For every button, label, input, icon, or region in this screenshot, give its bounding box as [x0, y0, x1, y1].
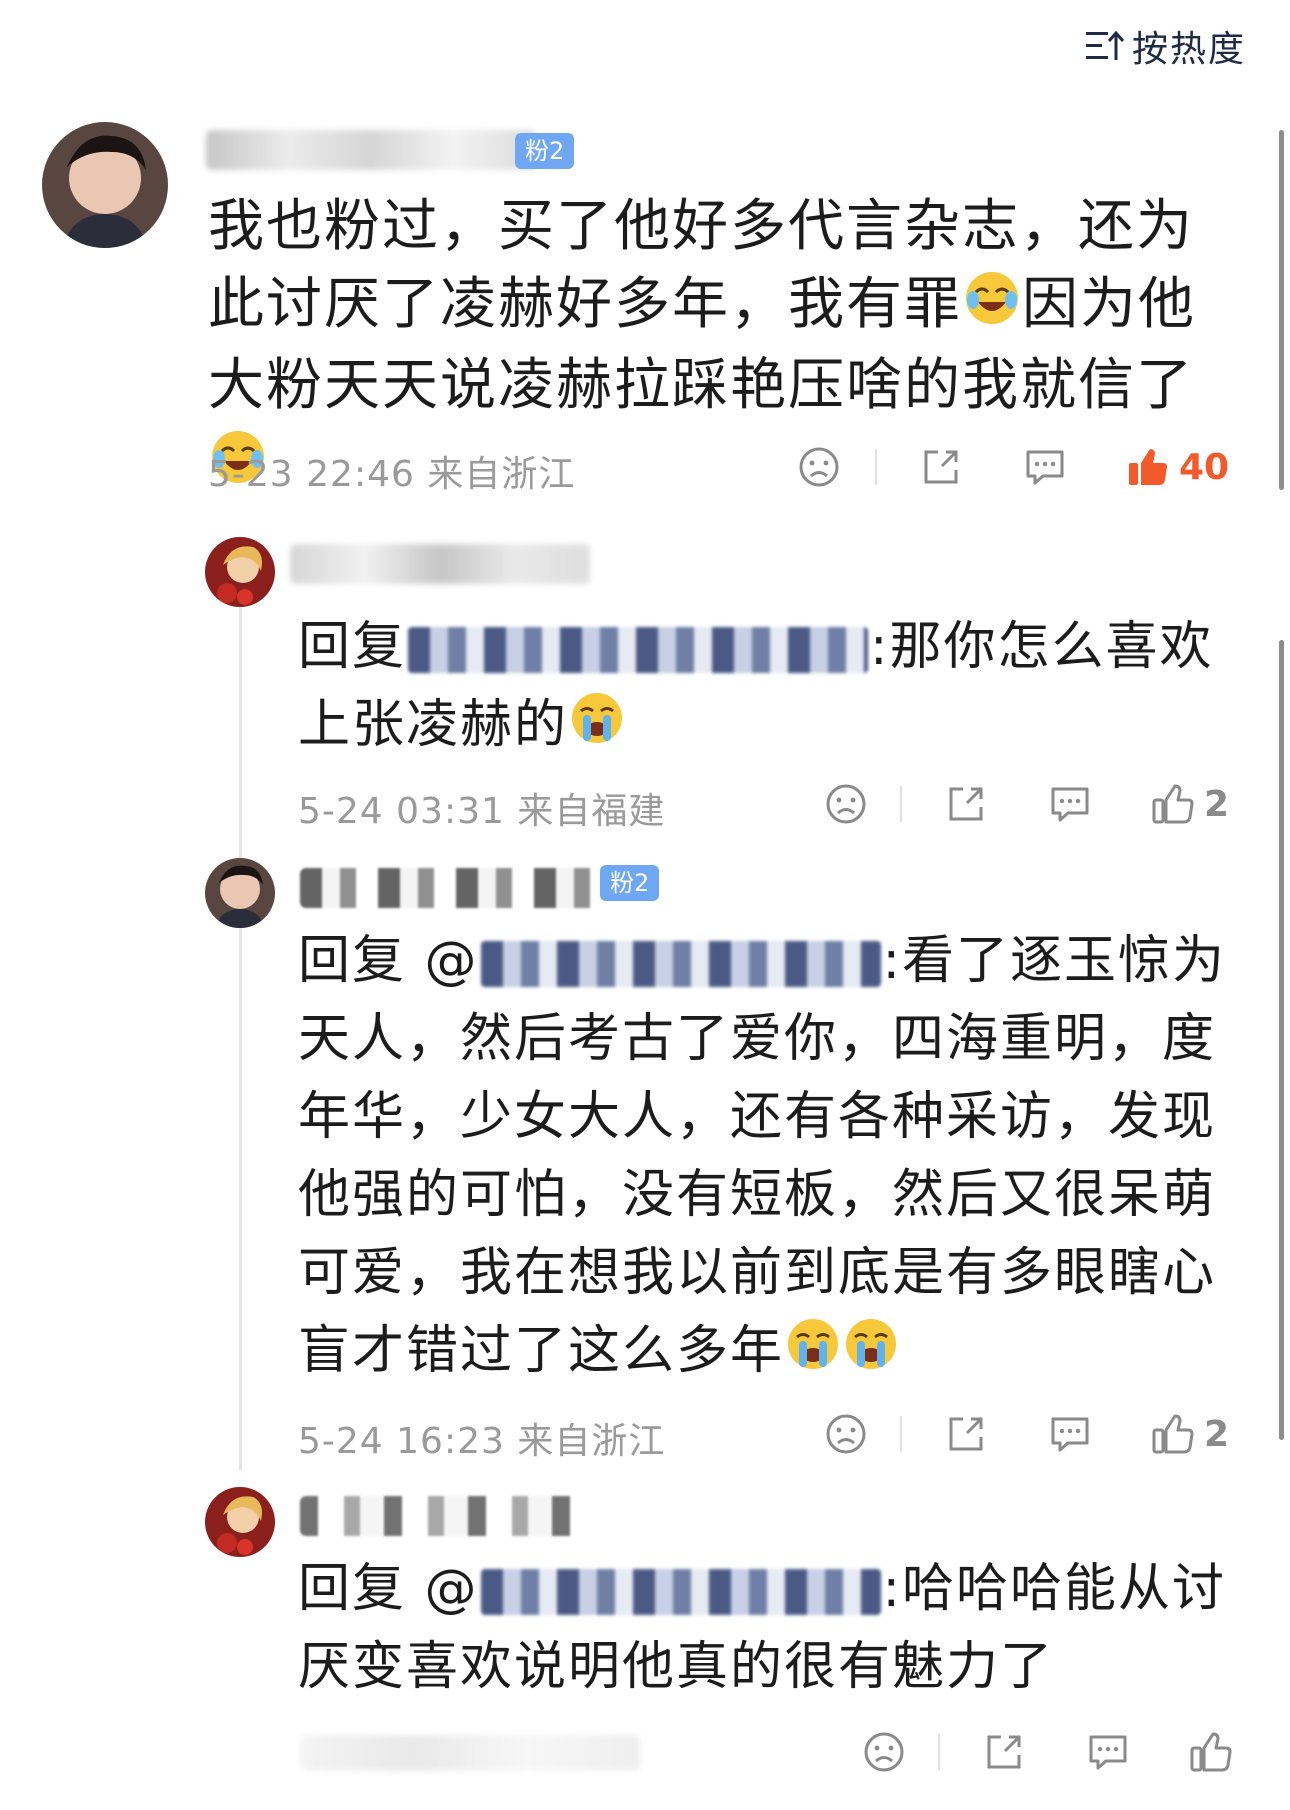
dislike-face-icon: [864, 1732, 904, 1772]
dislike-button[interactable]: [860, 1731, 908, 1773]
thumbs-up-icon: [1129, 449, 1167, 485]
thumbs-up-icon: [1190, 1732, 1232, 1772]
comment-meta: 5-23 22:46 来自浙江: [208, 445, 575, 497]
comment-icon: [1051, 1417, 1089, 1452]
reply-text: 回复:那你怎么喜欢上张凌赫的: [298, 608, 1238, 767]
share-button[interactable]: [942, 1413, 990, 1455]
reply-text: 回复 @:哈哈哈能从讨厌变喜欢说明他真的很有魅力了: [298, 1550, 1238, 1706]
comment-button[interactable]: [1021, 446, 1069, 488]
crying-emoji: [570, 689, 624, 767]
divider: [900, 786, 902, 822]
like-button[interactable]: [1188, 1730, 1232, 1774]
like-button[interactable]: 2: [1150, 782, 1229, 826]
avatar[interactable]: [42, 122, 168, 248]
fan-level-badge: 粉2: [600, 865, 660, 901]
dislike-face-icon: [799, 447, 839, 487]
like-button[interactable]: 40: [1125, 445, 1229, 489]
share-button[interactable]: [942, 783, 990, 825]
share-icon: [987, 1735, 1021, 1769]
badge-label: 粉2: [525, 137, 565, 165]
like-count: 40: [1179, 446, 1230, 488]
reply-location: 来自浙江: [517, 1421, 666, 1462]
comment-button[interactable]: [1046, 1413, 1094, 1455]
dislike-face-icon: [826, 1414, 866, 1454]
reply-prefix: 回复 @: [298, 931, 479, 991]
thumbs-up-icon: [1152, 784, 1194, 824]
mention-blurred[interactable]: [480, 1569, 881, 1615]
comment-actions: 40: [795, 445, 1229, 489]
dislike-button[interactable]: [822, 1413, 870, 1455]
scrollbar-top[interactable]: [1279, 130, 1284, 490]
scrollbar-bottom[interactable]: [1279, 640, 1284, 1440]
username-blurred[interactable]: [300, 868, 600, 908]
comment-icon: [1026, 450, 1064, 485]
reply-meta: 5-24 16:23 来自浙江: [298, 1412, 665, 1464]
comment-icon: [1051, 787, 1089, 822]
divider: [875, 449, 877, 485]
comment-icon: [1089, 1735, 1127, 1770]
fan-level-badge: 粉2: [515, 133, 575, 169]
reply-meta-blurred: [300, 1735, 640, 1771]
thumbs-up-icon: [1152, 1414, 1194, 1454]
avatar[interactable]: [205, 858, 275, 928]
sort-icon: [1085, 30, 1124, 60]
reply-text: 回复 @:看了逐玉惊为天人，然后考古了爱你，四海重明，度年华，少女大人，还有各种…: [298, 922, 1238, 1393]
like-count: 2: [1204, 1413, 1230, 1455]
reply-thread-line: [239, 540, 242, 1470]
reply-location: 来自福建: [517, 791, 666, 832]
reply-meta: 5-24 03:31 来自福建: [298, 782, 665, 834]
comment-time: 5-23 22:46: [208, 454, 415, 495]
dislike-face-icon: [826, 784, 866, 824]
reply-time: 5-24 03:31: [298, 791, 505, 832]
comment-button[interactable]: [1046, 783, 1094, 825]
reply-actions: 2: [822, 1412, 1229, 1456]
divider: [900, 1416, 902, 1452]
username-blurred[interactable]: [300, 1496, 590, 1536]
share-icon: [949, 1417, 983, 1451]
reply-prefix: 回复: [298, 617, 407, 677]
badge-label: 粉2: [610, 869, 650, 897]
reply-prefix: 回复 @: [298, 1559, 479, 1619]
share-icon: [924, 450, 958, 484]
share-button[interactable]: [980, 1731, 1028, 1773]
comment-button[interactable]: [1084, 1731, 1132, 1773]
mention-blurred[interactable]: [480, 941, 881, 987]
username-blurred[interactable]: [290, 544, 590, 584]
divider: [938, 1734, 940, 1770]
crying-emoji: [844, 1315, 898, 1393]
dislike-button[interactable]: [822, 783, 870, 825]
laugh-cry-emoji: [964, 269, 1020, 347]
share-icon: [949, 787, 983, 821]
reply-time: 5-24 16:23: [298, 1421, 505, 1462]
like-count: 2: [1204, 783, 1230, 825]
crying-emoji: [786, 1315, 840, 1393]
reply-text-part: :看了逐玉惊为天人，然后考古了爱你，四海重明，度年华，少女大人，还有各种采访，发…: [298, 931, 1227, 1381]
reply-actions: [860, 1730, 1232, 1774]
like-button[interactable]: 2: [1150, 1412, 1229, 1456]
dislike-button[interactable]: [795, 446, 843, 488]
username-blurred[interactable]: [206, 130, 536, 170]
comment-location: 来自浙江: [427, 454, 576, 495]
sort-by-heat-button[interactable]: 按热度: [1084, 20, 1246, 72]
reply-actions: 2: [822, 782, 1229, 826]
sort-label: 按热度: [1131, 29, 1246, 70]
share-button[interactable]: [917, 446, 965, 488]
avatar[interactable]: [205, 537, 275, 607]
avatar[interactable]: [205, 1487, 275, 1557]
mention-blurred[interactable]: [408, 627, 869, 673]
